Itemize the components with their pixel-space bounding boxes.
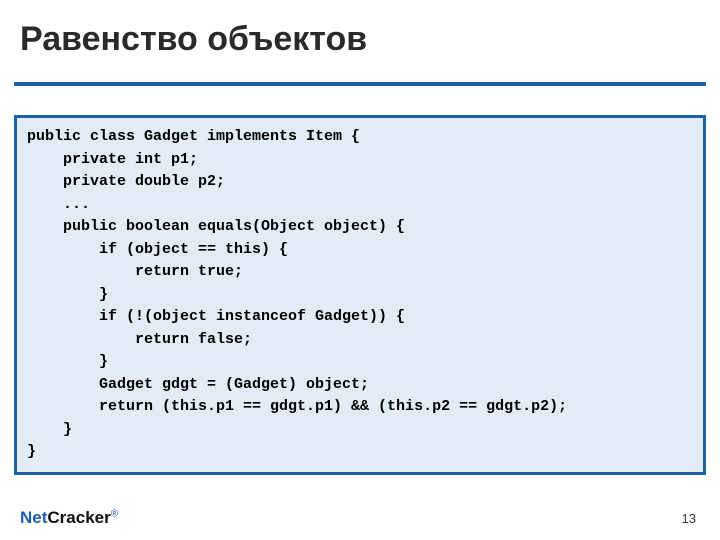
title-divider	[14, 82, 706, 86]
brand-logo: NetCracker®	[20, 508, 118, 528]
page-number: 13	[682, 511, 696, 526]
code-block: public class Gadget implements Item { pr…	[14, 115, 706, 475]
logo-part-cracker: Cracker	[47, 508, 110, 527]
footer: NetCracker® 13	[0, 506, 720, 528]
logo-part-net: Net	[20, 508, 47, 527]
slide-title: Равенство объектов	[20, 20, 367, 59]
logo-mark: ®	[111, 508, 118, 519]
slide: Равенство объектов public class Gadget i…	[0, 0, 720, 540]
